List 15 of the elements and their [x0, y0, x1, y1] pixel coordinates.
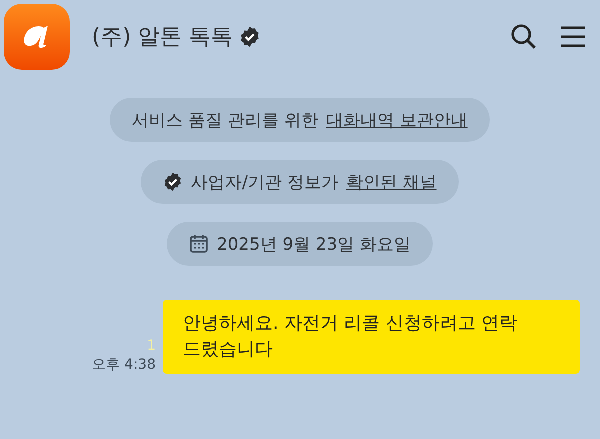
- notice-link[interactable]: 확인된 채널: [346, 170, 437, 194]
- notice-text: 사업자/기관 정보가: [191, 172, 338, 194]
- menu-button[interactable]: [560, 25, 586, 49]
- notice-text: 2025년 9월 23일 화요일: [217, 234, 411, 256]
- unread-count: 1: [147, 338, 156, 354]
- app-logo: [4, 4, 70, 70]
- notice-text: 서비스 품질 관리를 위한: [132, 110, 318, 132]
- calendar-icon: [189, 234, 210, 254]
- verified-icon: [163, 172, 184, 192]
- verified-badge-icon: [239, 26, 262, 48]
- notice-link[interactable]: 대화내역 보관안내: [326, 108, 468, 132]
- search-button[interactable]: [510, 23, 538, 51]
- message-bubble: 안녕하세요. 자전거 리콜 신청하려고 연락 드렸습니다: [163, 300, 580, 374]
- message-time: 오후 4:38: [92, 356, 156, 374]
- chat-title: (주) 알톤 톡톡: [92, 24, 234, 52]
